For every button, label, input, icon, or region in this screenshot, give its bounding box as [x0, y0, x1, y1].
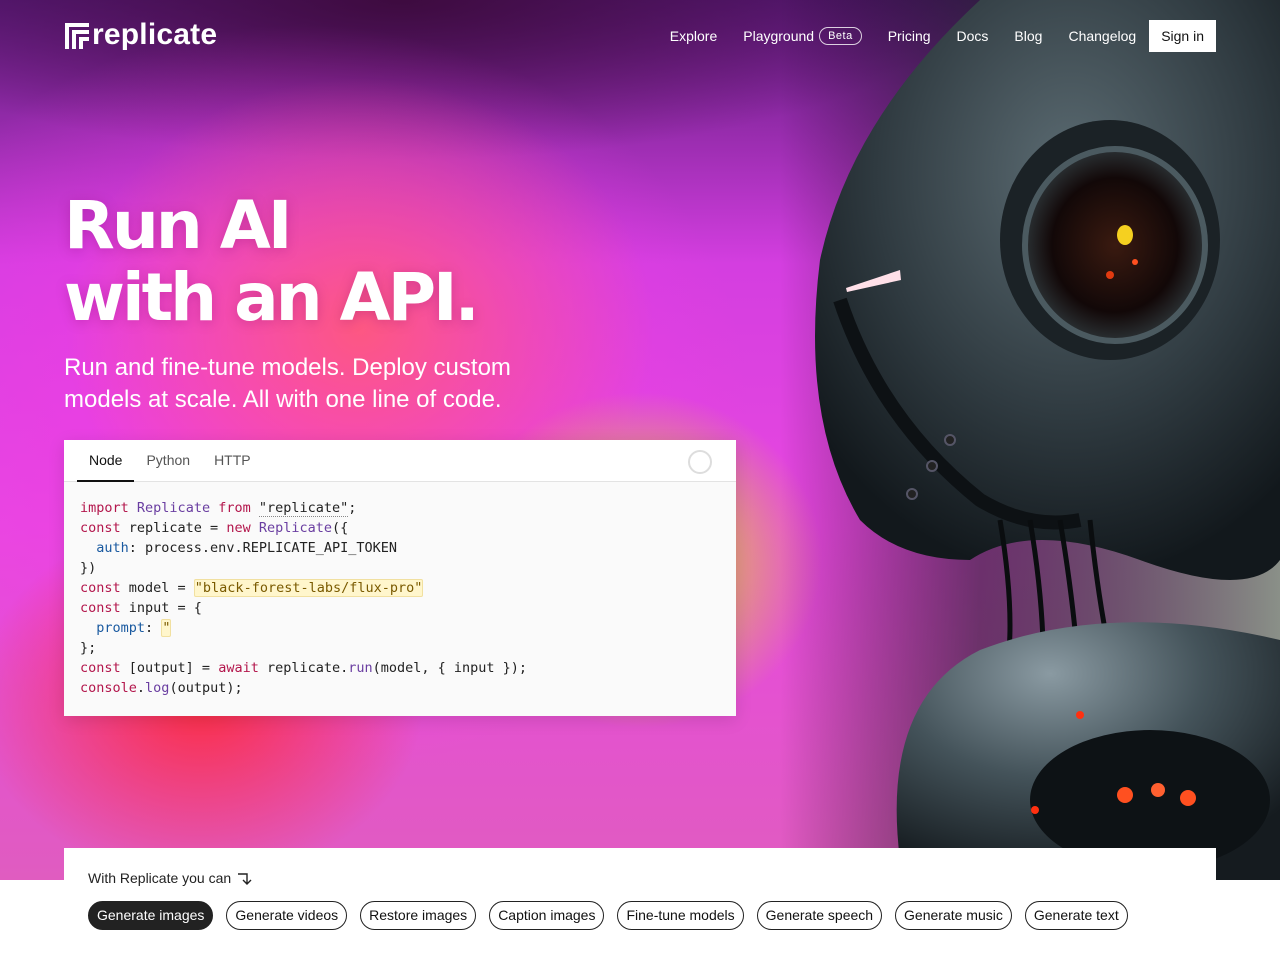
nav-explore[interactable]: Explore [670, 28, 717, 44]
pill-fine-tune-models[interactable]: Fine-tune models [617, 901, 744, 930]
beta-badge: Beta [819, 27, 862, 45]
logo[interactable]: replicate [64, 18, 217, 52]
nav-playground[interactable]: Playground Beta [743, 27, 862, 45]
capability-pills: Generate images Generate videos Restore … [88, 901, 1141, 930]
pill-generate-speech[interactable]: Generate speech [756, 901, 883, 930]
nav-links: Explore Playground Beta Pricing Docs Blo… [644, 20, 1216, 52]
nav-pricing[interactable]: Pricing [888, 28, 931, 44]
top-nav: replicate Explore Playground Beta Pricin… [0, 0, 1280, 72]
pill-generate-text[interactable]: Generate text [1024, 901, 1128, 930]
capabilities-panel: With Replicate you can Generate images G… [64, 848, 1216, 960]
pill-caption-images[interactable]: Caption images [489, 901, 605, 930]
nav-changelog[interactable]: Changelog [1068, 28, 1136, 44]
headline-line-2: with an API. [64, 259, 480, 336]
pill-generate-music[interactable]: Generate music [895, 901, 1012, 930]
tab-node[interactable]: Node [77, 440, 135, 482]
nav-docs[interactable]: Docs [957, 28, 989, 44]
capabilities-label-text: With Replicate you can [88, 870, 232, 886]
pill-generate-images[interactable]: Generate images [88, 901, 214, 930]
code-block: import Replicate from "replicate"; const… [80, 500, 528, 696]
capabilities-label: With Replicate you can [88, 870, 253, 886]
nav-blog[interactable]: Blog [1014, 28, 1042, 44]
code-tabs: Node Python HTTP [64, 440, 736, 482]
copy-icon[interactable] [688, 450, 712, 474]
hero-headline: Run AI with an API. [64, 187, 480, 336]
tab-python[interactable]: Python [134, 440, 202, 482]
robot-illustration [780, 0, 1280, 880]
hero-subhead: Run and fine-tune models. Deploy custom … [64, 354, 511, 413]
code-example-card: Node Python HTTP import Replicate from "… [64, 440, 736, 716]
pill-restore-images[interactable]: Restore images [360, 901, 477, 930]
replicate-logo-icon [65, 23, 89, 49]
headline-line-1: Run AI [64, 187, 292, 264]
tab-http[interactable]: HTTP [202, 440, 263, 482]
sign-in-button[interactable]: Sign in [1149, 20, 1216, 52]
arrow-down-right-icon [238, 873, 252, 885]
logo-text: replicate [92, 18, 218, 51]
nav-playground-label: Playground [743, 28, 815, 44]
pill-generate-videos[interactable]: Generate videos [226, 901, 348, 930]
